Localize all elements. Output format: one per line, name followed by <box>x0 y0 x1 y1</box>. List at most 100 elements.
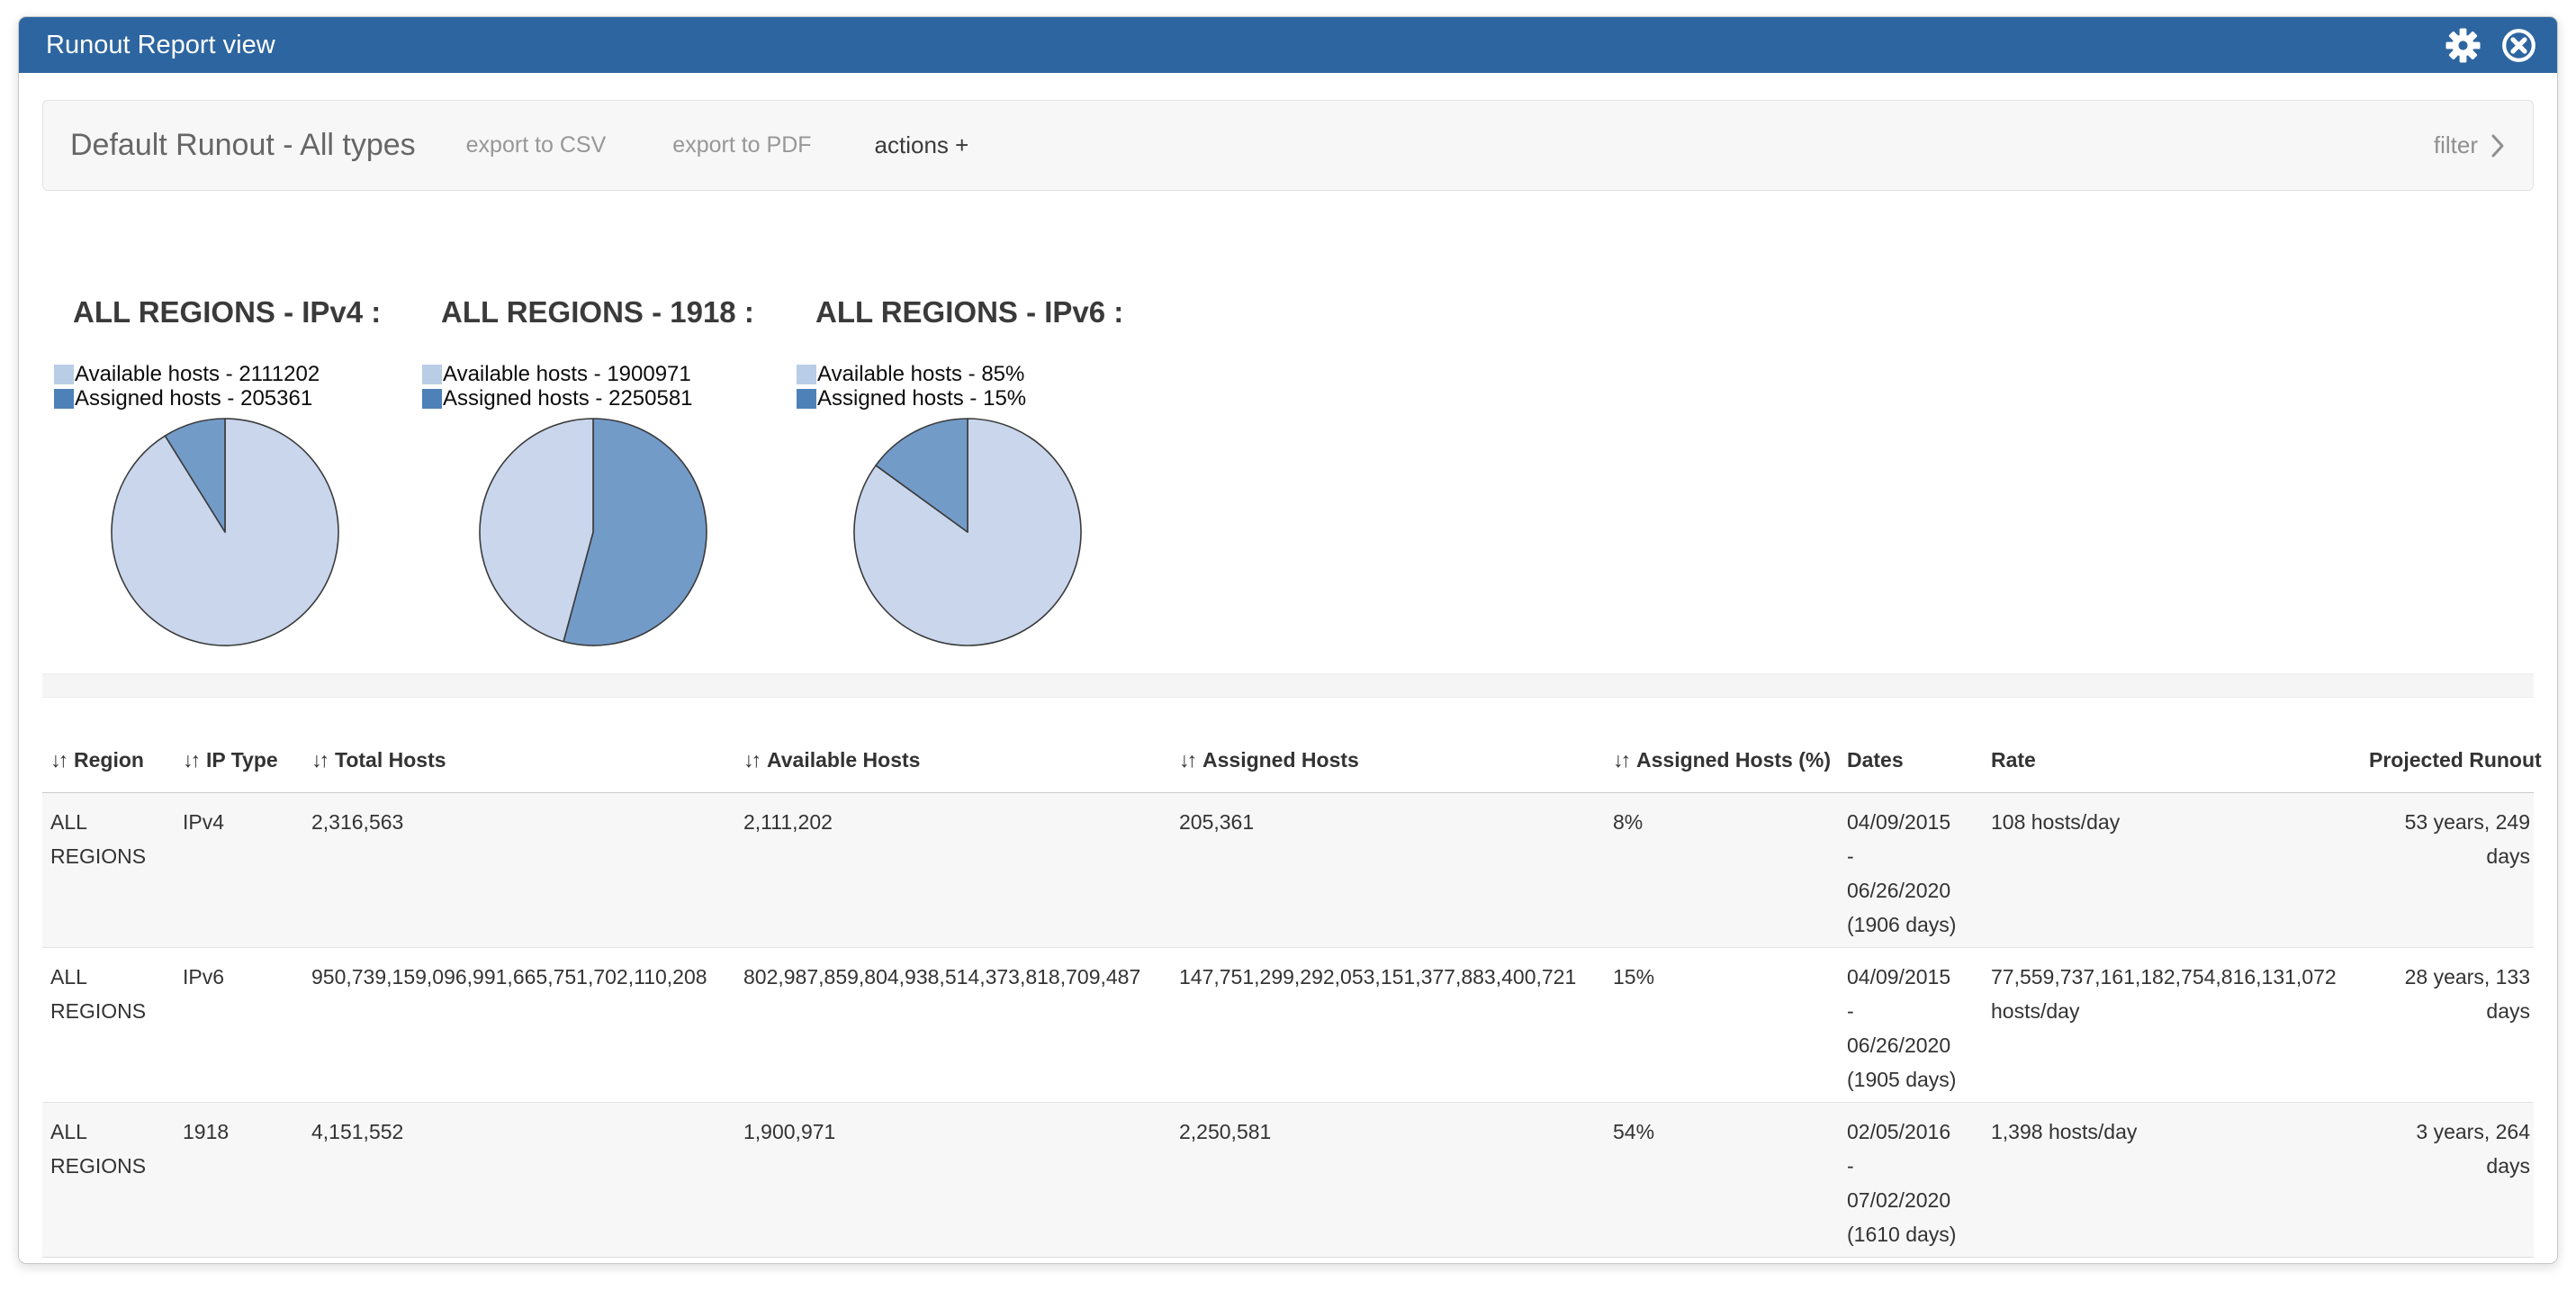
cell-available: 1,900,971 <box>733 1103 1168 1258</box>
cell-dates: 02/05/2016 - 07/02/2020 (1610 days) <box>1836 1103 1980 1258</box>
cell-region: ALL REGIONS <box>42 1103 172 1258</box>
col-header-total[interactable]: ↓↑ Total Hosts <box>301 698 733 793</box>
export-pdf-button[interactable]: export to PDF <box>672 132 811 158</box>
legend-item: Assigned hosts - 2250581 <box>422 386 764 411</box>
col-header-projected: Projected Runout <box>2358 698 2534 793</box>
legend-swatch <box>797 365 816 384</box>
cell-iptype: 1918 <box>172 1103 301 1258</box>
gear-icon[interactable] <box>2445 28 2481 63</box>
chart-legend: Available hosts - 2111202Assigned hosts … <box>54 362 396 411</box>
runout-report-window: Runout Report view Default Runout - All … <box>18 16 2558 1264</box>
col-header-dates: Dates <box>1836 698 1980 793</box>
cell-available: 2,111,202 <box>733 793 1168 948</box>
col-header-label: Total Hosts <box>335 748 446 772</box>
col-header-label: Dates <box>1847 748 1904 772</box>
table-row: ALL REGIONSIPv6950,739,159,096,991,665,7… <box>42 948 2534 1103</box>
cell-rate: 1,398 hosts/day <box>1980 1103 2358 1258</box>
legend-item: Available hosts - 1900971 <box>422 362 764 386</box>
export-csv-button[interactable]: export to CSV <box>466 132 607 158</box>
sort-arrows-icon: ↓↑ <box>50 748 66 772</box>
legend-swatch <box>54 365 74 384</box>
sort-arrows-icon: ↓↑ <box>1613 748 1628 772</box>
filter-label: filter <box>2434 131 2478 159</box>
chart-title: ALL REGIONS - 1918 : <box>441 295 764 330</box>
legend-label: Assigned hosts - 205361 <box>75 386 312 411</box>
table-header-row: ↓↑ Region ↓↑ IP Type ↓↑ Total Hosts ↓↑ Availabl… <box>42 698 2534 793</box>
pie-svg <box>109 416 341 648</box>
legend-swatch <box>54 389 74 409</box>
cell-dates: 04/09/2015 - 06/26/2020 (1905 days) <box>1836 948 1980 1103</box>
table-row: ALL REGIONS19184,151,5521,900,9712,250,5… <box>42 1103 2534 1258</box>
col-header-label: Assigned Hosts (%) <box>1636 748 1831 772</box>
cell-assigned: 205,361 <box>1168 793 1602 948</box>
legend-label: Available hosts - 2111202 <box>75 362 320 387</box>
cell-pct: 15% <box>1602 948 1836 1103</box>
filter-toggle-button[interactable]: filter <box>2434 131 2506 159</box>
cell-pct: 54% <box>1602 1103 1836 1258</box>
legend-swatch <box>797 389 816 409</box>
legend-label: Assigned hosts - 15% <box>817 386 1026 411</box>
window-title: Runout Report view <box>46 31 275 60</box>
col-header-label: Projected Runout <box>2369 748 2542 772</box>
chart-title: ALL REGIONS - IPv4 : <box>73 295 396 330</box>
titlebar: Runout Report view <box>19 17 2557 73</box>
col-header-label: Assigned Hosts <box>1202 748 1359 772</box>
runout-table: ↓↑ Region ↓↑ IP Type ↓↑ Total Hosts ↓↑ Availabl… <box>42 698 2534 1258</box>
cell-region: ALL REGIONS <box>42 793 172 948</box>
report-toolbar: Default Runout - All types export to CSV… <box>42 100 2534 191</box>
pie-chart-1918: ALL REGIONS - 1918 : Available hosts - 1… <box>422 295 764 648</box>
col-header-pct[interactable]: ↓↑ Assigned Hosts (%) <box>1602 698 1836 793</box>
close-circle-icon[interactable] <box>2500 27 2537 64</box>
sort-arrows-icon: ↓↑ <box>743 748 759 772</box>
pie-svg <box>477 416 709 648</box>
actions-menu-button[interactable]: actions + <box>875 131 969 159</box>
sort-arrows-icon: ↓↑ <box>183 748 198 772</box>
col-header-rate: Rate <box>1980 698 2358 793</box>
cell-total: 2,316,563 <box>301 793 733 948</box>
chart-legend: Available hosts - 85%Assigned hosts - 15… <box>797 362 1139 411</box>
cell-projected: 53 years, 249 days <box>2358 793 2534 948</box>
pie-svg <box>851 416 1084 648</box>
col-header-label: Rate <box>1991 748 2036 772</box>
chart-title: ALL REGIONS - IPv6 : <box>815 295 1139 330</box>
cell-assigned: 2,250,581 <box>1168 1103 1602 1258</box>
cell-assigned: 147,751,299,292,053,151,377,883,400,721 <box>1168 948 1602 1103</box>
col-header-available[interactable]: ↓↑ Available Hosts <box>733 698 1168 793</box>
pie-chart-ipv6: ALL REGIONS - IPv6 : Available hosts - 8… <box>797 295 1139 648</box>
legend-label: Available hosts - 1900971 <box>443 362 691 387</box>
legend-item: Available hosts - 2111202 <box>54 362 396 386</box>
sort-arrows-icon: ↓↑ <box>1179 748 1194 772</box>
cell-iptype: IPv6 <box>172 948 301 1103</box>
cell-available: 802,987,859,804,938,514,373,818,709,487 <box>733 948 1168 1103</box>
legend-item: Available hosts - 85% <box>797 362 1139 386</box>
legend-swatch <box>422 389 442 409</box>
legend-label: Available hosts - 85% <box>817 362 1024 387</box>
pie-charts-section: ALL REGIONS - IPv4 : Available hosts - 2… <box>42 191 2534 659</box>
report-title: Default Runout - All types <box>70 128 416 163</box>
cell-total: 4,151,552 <box>301 1103 733 1258</box>
sort-arrows-icon: ↓↑ <box>311 748 327 772</box>
col-header-label: IP Type <box>206 748 278 772</box>
cell-rate: 108 hosts/day <box>1980 793 2358 948</box>
cell-rate: 77,559,737,161,182,754,816,131,072 hosts… <box>1980 948 2358 1103</box>
cell-projected: 28 years, 133 days <box>2358 948 2534 1103</box>
cell-total: 950,739,159,096,991,665,751,702,110,208 <box>301 948 733 1103</box>
chart-legend: Available hosts - 1900971Assigned hosts … <box>422 362 764 411</box>
legend-item: Assigned hosts - 205361 <box>54 386 396 411</box>
chevron-right-icon <box>2490 133 2506 158</box>
legend-swatch <box>422 365 442 384</box>
col-header-label: Region <box>74 748 144 772</box>
col-header-iptype[interactable]: ↓↑ IP Type <box>172 698 301 793</box>
cell-projected: 3 years, 264 days <box>2358 1103 2534 1258</box>
col-header-assigned[interactable]: ↓↑ Assigned Hosts <box>1168 698 1602 793</box>
pie-chart-ipv4: ALL REGIONS - IPv4 : Available hosts - 2… <box>54 295 396 648</box>
table-row: ALL REGIONSIPv42,316,5632,111,202205,361… <box>42 793 2534 948</box>
section-divider <box>42 673 2534 698</box>
col-header-region[interactable]: ↓↑ Region <box>42 698 172 793</box>
legend-label: Assigned hosts - 2250581 <box>443 386 693 411</box>
cell-pct: 8% <box>1602 793 1836 948</box>
col-header-label: Available Hosts <box>767 748 920 772</box>
cell-region: ALL REGIONS <box>42 948 172 1103</box>
cell-iptype: IPv4 <box>172 793 301 948</box>
cell-dates: 04/09/2015 - 06/26/2020 (1906 days) <box>1836 793 1980 948</box>
